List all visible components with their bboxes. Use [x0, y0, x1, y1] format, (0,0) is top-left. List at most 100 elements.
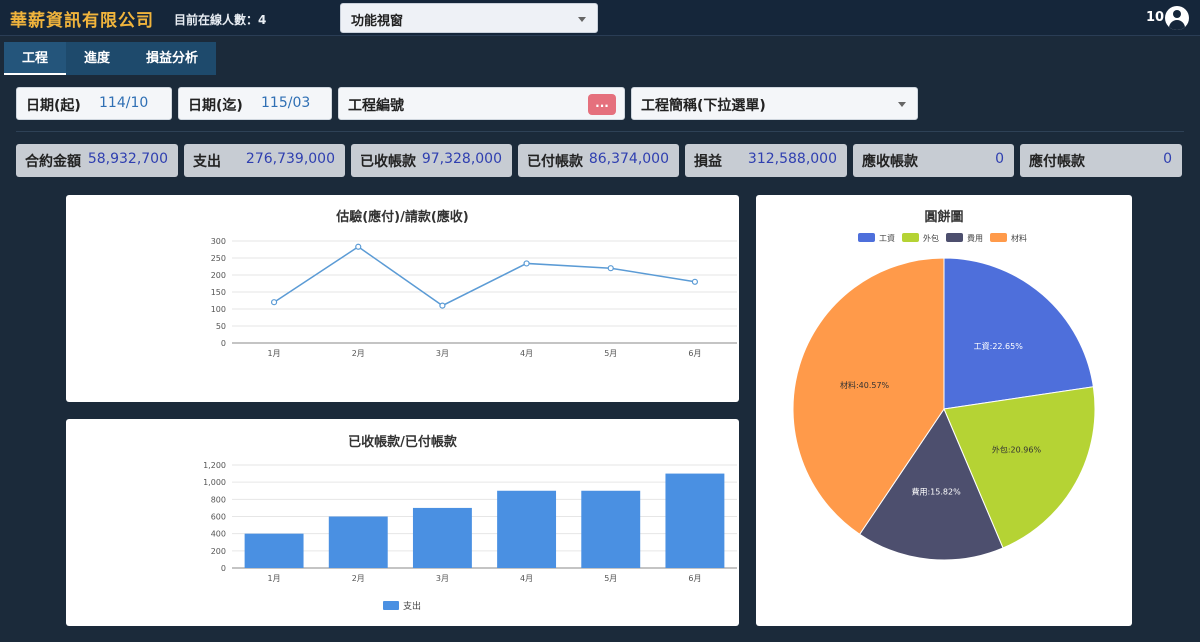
y-tick-label: 100 — [211, 305, 226, 314]
date-end-value: 115/03 — [261, 95, 311, 111]
date-end-label: 日期(迄) — [188, 98, 243, 114]
y-tick-label: 400 — [211, 530, 226, 539]
line-series — [273, 245, 696, 307]
legend-label: 工資 — [879, 233, 895, 243]
x-tick-label: 3月 — [436, 349, 449, 358]
stat-paid: 已付帳款 86,374,000 — [518, 144, 679, 177]
chevron-down-icon — [578, 17, 586, 22]
x-tick-label: 5月 — [604, 349, 617, 358]
stat-label: 支出 — [193, 154, 221, 170]
legend-swatch — [990, 233, 1007, 242]
user-count: 10 — [1146, 10, 1165, 25]
x-tick-label: 5月 — [604, 574, 617, 583]
avatar-body — [1169, 20, 1185, 30]
tab-profit-analysis[interactable]: 損益分析 — [128, 42, 216, 75]
main-tabs: 工程 進度 損益分析 — [4, 42, 217, 75]
tab-progress[interactable]: 進度 — [66, 42, 128, 75]
y-tick-label: 150 — [211, 288, 226, 297]
bar — [497, 490, 557, 568]
stat-payable: 應付帳款 0 — [1020, 144, 1182, 177]
legend-swatch — [946, 233, 963, 242]
y-tick-label: 0 — [221, 339, 226, 348]
bar — [244, 533, 304, 568]
x-tick-label: 2月 — [352, 349, 365, 358]
y-tick-label: 200 — [211, 547, 226, 556]
pie-slice-label: 工資:22.65% — [974, 341, 1024, 351]
bar-chart-panel: 已收帳款/已付帳款 0 200 400 600 800 1,000 1,200 1月 2月 3月 4… — [66, 419, 739, 626]
project-number-field[interactable]: 工程編號 ... — [338, 87, 625, 120]
line-point — [270, 299, 278, 306]
y-tick-label: 0 — [221, 564, 226, 573]
y-tick-label: 800 — [211, 495, 226, 504]
date-start-value: 114/10 — [99, 95, 149, 111]
stat-value: 58,932,700 — [87, 151, 168, 167]
stat-receivable: 應收帳款 0 — [853, 144, 1014, 177]
stat-profit-loss: 損益 312,588,000 — [685, 144, 847, 177]
y-tick-label: 250 — [211, 254, 226, 263]
stat-value: 0 — [1163, 151, 1172, 167]
project-number-lookup-button[interactable]: ... — [588, 94, 616, 115]
project-number-label: 工程編號 — [348, 98, 404, 114]
stat-label: 應收帳款 — [862, 154, 918, 170]
bar — [412, 507, 472, 568]
x-tick-label: 2月 — [352, 574, 365, 583]
stat-value: 86,374,000 — [588, 151, 669, 167]
x-tick-label: 6月 — [688, 574, 701, 583]
stat-value: 276,739,000 — [245, 151, 335, 167]
project-name-select[interactable]: 工程簡稱(下拉選單) — [631, 87, 918, 120]
divider — [16, 131, 1184, 132]
bar-chart: 0 200 400 600 800 1,000 1,200 1月 2月 3月 4月 5月 6月支出 — [203, 461, 737, 612]
pie-slice-label: 外包:20.96% — [992, 445, 1042, 455]
bar — [328, 516, 388, 568]
y-tick-label: 1,000 — [203, 478, 226, 487]
line-point — [607, 265, 614, 272]
stat-expense: 支出 276,739,000 — [184, 144, 345, 177]
function-window-select[interactable]: 功能視窗 — [340, 3, 598, 33]
legend-label: 支出 — [403, 600, 421, 612]
line-chart: 0 50 100 150 200 250 300 1月 2月 3月 4月 5月 6月 — [211, 237, 737, 358]
online-users-label: 目前在線人數：4 — [174, 13, 267, 27]
x-tick-label: 4月 — [520, 574, 533, 583]
legend-label: 外包 — [923, 233, 939, 243]
bar — [665, 473, 725, 568]
x-tick-label: 4月 — [520, 349, 533, 358]
stat-label: 應付帳款 — [1029, 154, 1085, 170]
line-point — [691, 278, 699, 285]
avatar-head — [1173, 10, 1181, 18]
legend-swatch — [858, 233, 875, 242]
line-chart-panel: 估驗(應付)/請款(應收) 0 50 100 150 200 250 300 1月 2月 3月 4月… — [66, 195, 739, 402]
y-tick-label: 300 — [211, 237, 226, 246]
avatar-icon[interactable] — [1165, 6, 1189, 30]
stat-value: 97,328,000 — [421, 151, 502, 167]
company-brand: 華薪資訊有限公司 — [10, 11, 154, 31]
top-bar: 華薪資訊有限公司 目前在線人數：4 功能視窗 10 — [0, 0, 1200, 36]
date-end-field[interactable]: 日期(迄) 115/03 — [178, 87, 332, 120]
date-start-label: 日期(起) — [26, 98, 81, 114]
stat-label: 損益 — [694, 154, 722, 170]
stat-label: 合約金額 — [25, 154, 81, 170]
project-name-label: 工程簡稱(下拉選單) — [641, 98, 766, 114]
stat-label: 已收帳款 — [360, 154, 416, 170]
line-point — [439, 302, 446, 309]
bar — [581, 490, 641, 568]
stat-value: 0 — [995, 151, 1004, 167]
y-tick-label: 200 — [211, 271, 226, 280]
stat-received: 已收帳款 97,328,000 — [351, 144, 512, 177]
legend-label: 費用 — [967, 233, 983, 243]
y-tick-label: 600 — [211, 513, 226, 522]
y-tick-label: 1,200 — [203, 461, 226, 470]
legend-swatch — [383, 601, 399, 610]
tab-engineering[interactable]: 工程 — [4, 42, 67, 75]
x-tick-label: 1月 — [268, 574, 281, 583]
x-tick-label: 1月 — [268, 349, 281, 358]
x-tick-label: 3月 — [436, 574, 449, 583]
legend-swatch — [902, 233, 919, 242]
date-start-field[interactable]: 日期(起) 114/10 — [16, 87, 172, 120]
y-tick-label: 50 — [216, 322, 226, 331]
chevron-down-icon — [898, 102, 906, 107]
stat-contract-amount: 合約金額 58,932,700 — [16, 144, 178, 177]
function-window-select-label: 功能視窗 — [351, 14, 404, 29]
pie-slice — [943, 257, 1094, 410]
line-point — [355, 243, 362, 250]
pie-slice-label: 材料:40.57% — [840, 380, 890, 390]
